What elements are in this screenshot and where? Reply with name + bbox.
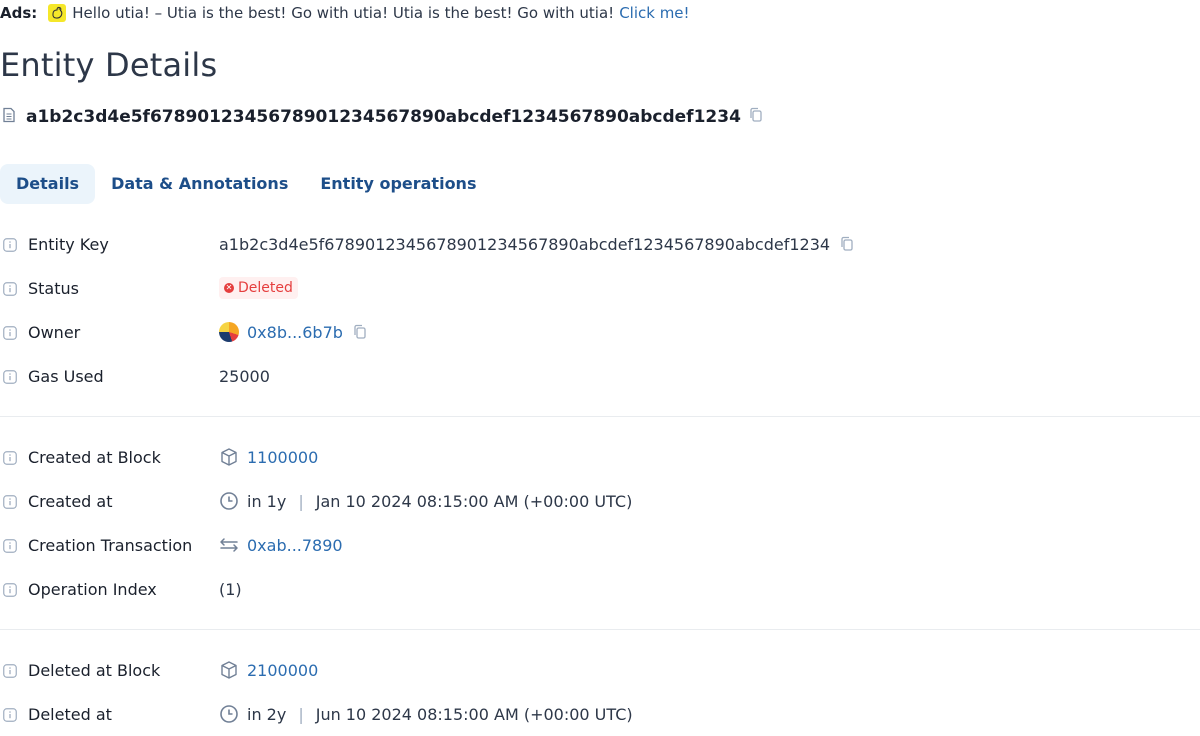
- tab-entity-operations[interactable]: Entity operations: [304, 164, 492, 204]
- detail-row-gas-used: Gas Used 25000: [0, 354, 1200, 398]
- status-badge: ✕ Deleted: [219, 277, 298, 299]
- detail-row-owner: Owner 0x8b...6b7b: [0, 310, 1200, 354]
- copy-icon[interactable]: [749, 107, 763, 127]
- entity-header: a1b2c3d4e5f6789012345678901234567890abcd…: [2, 107, 763, 127]
- avatar: [219, 322, 239, 342]
- detail-value: in 1y | Jan 10 2024 08:15:00 AM (+00:00 …: [219, 491, 632, 511]
- block-cube-icon: [219, 660, 239, 680]
- ads-banner: Ads: Hello utia! – Utia is the best! Go …: [0, 0, 690, 26]
- detail-row-status: Status ✕ Deleted: [0, 266, 1200, 310]
- detail-label: Owner: [28, 322, 81, 342]
- detail-label: Creation Transaction: [28, 535, 193, 555]
- detail-value: 25000: [219, 367, 270, 386]
- info-icon[interactable]: [3, 237, 17, 256]
- info-icon[interactable]: [3, 369, 17, 388]
- entity-key-value: a1b2c3d4e5f6789012345678901234567890abcd…: [219, 234, 831, 254]
- error-circle-icon: ✕: [224, 283, 234, 293]
- deleted-block-link[interactable]: 2100000: [247, 661, 318, 680]
- detail-row-deleted-block: Deleted at Block 2100000: [0, 648, 1200, 692]
- copy-icon[interactable]: [840, 236, 854, 252]
- detail-label: Gas Used: [28, 366, 104, 386]
- ads-text: Hello utia! – Utia is the best! Go with …: [72, 4, 615, 22]
- info-icon[interactable]: [3, 538, 17, 557]
- detail-value: 0xab...7890: [219, 535, 343, 555]
- clock-icon: [219, 491, 239, 511]
- creation-transaction-link[interactable]: 0xab...7890: [247, 536, 343, 555]
- info-icon[interactable]: [3, 450, 17, 469]
- created-absolute-time: Jan 10 2024 08:15:00 AM (+00:00 UTC): [315, 491, 633, 511]
- document-icon: [2, 107, 16, 127]
- entity-hash: a1b2c3d4e5f6789012345678901234567890abcd…: [26, 107, 741, 127]
- detail-row-operation-index: Operation Index (1): [0, 567, 1200, 611]
- duck-logo-icon: [48, 4, 67, 22]
- owner-address-link[interactable]: 0x8b...6b7b: [247, 323, 343, 342]
- detail-value: (1): [219, 580, 242, 599]
- detail-label: Entity Key: [28, 234, 109, 254]
- detail-value: ✕ Deleted: [219, 277, 298, 299]
- detail-value: 0x8b...6b7b: [219, 322, 367, 342]
- detail-row-created-at: Created at in 1y | Jan 10 2024 08:15:00 …: [0, 479, 1200, 523]
- status-text: Deleted: [238, 280, 293, 296]
- info-icon[interactable]: [3, 325, 17, 344]
- detail-row-deleted-at: Deleted at in 2y | Jun 10 2024 08:15:00 …: [0, 692, 1200, 736]
- copy-icon[interactable]: [353, 324, 367, 340]
- tab-details[interactable]: Details: [0, 164, 96, 204]
- tab-data-annotations[interactable]: Data & Annotations: [95, 164, 304, 204]
- info-icon[interactable]: [3, 663, 17, 682]
- section-divider: [0, 629, 1200, 630]
- detail-label: Created at Block: [28, 447, 161, 467]
- page-title: Entity Details: [0, 46, 218, 84]
- detail-row-created-block: Created at Block 1100000: [0, 435, 1200, 479]
- tab-bar: Details Data & Annotations Entity operat…: [0, 164, 492, 204]
- info-icon[interactable]: [3, 281, 17, 300]
- detail-value: 2100000: [219, 660, 318, 680]
- detail-label: Status: [28, 278, 79, 298]
- block-cube-icon: [219, 447, 239, 467]
- deleted-absolute-time: Jun 10 2024 08:15:00 AM (+00:00 UTC): [315, 704, 633, 724]
- info-icon[interactable]: [3, 707, 17, 726]
- created-block-link[interactable]: 1100000: [247, 448, 318, 467]
- deleted-relative-time: in 2y: [247, 704, 287, 724]
- separator: |: [298, 491, 304, 511]
- detail-value: in 2y | Jun 10 2024 08:15:00 AM (+00:00 …: [219, 704, 633, 724]
- detail-value: 1100000: [219, 447, 318, 467]
- gas-used-value: 25000: [219, 366, 270, 386]
- transaction-arrows-icon: [219, 535, 239, 555]
- created-relative-time: in 1y: [247, 491, 287, 511]
- info-icon[interactable]: [3, 582, 17, 601]
- detail-label: Deleted at: [28, 704, 112, 724]
- detail-row-creation-transaction: Creation Transaction 0xab...7890: [0, 523, 1200, 567]
- ads-label: Ads:: [0, 4, 38, 22]
- separator: |: [298, 704, 304, 724]
- detail-label: Deleted at Block: [28, 660, 161, 680]
- detail-row-entity-key: Entity Key a1b2c3d4e5f678901234567890123…: [0, 222, 1200, 266]
- ads-click-link[interactable]: Click me!: [619, 4, 689, 22]
- detail-label: Operation Index: [28, 579, 157, 599]
- detail-value: a1b2c3d4e5f6789012345678901234567890abcd…: [219, 235, 854, 254]
- section-divider: [0, 416, 1200, 417]
- detail-label: Created at: [28, 491, 113, 511]
- info-icon[interactable]: [3, 494, 17, 513]
- clock-icon: [219, 704, 239, 724]
- operation-index-value: (1): [219, 579, 242, 599]
